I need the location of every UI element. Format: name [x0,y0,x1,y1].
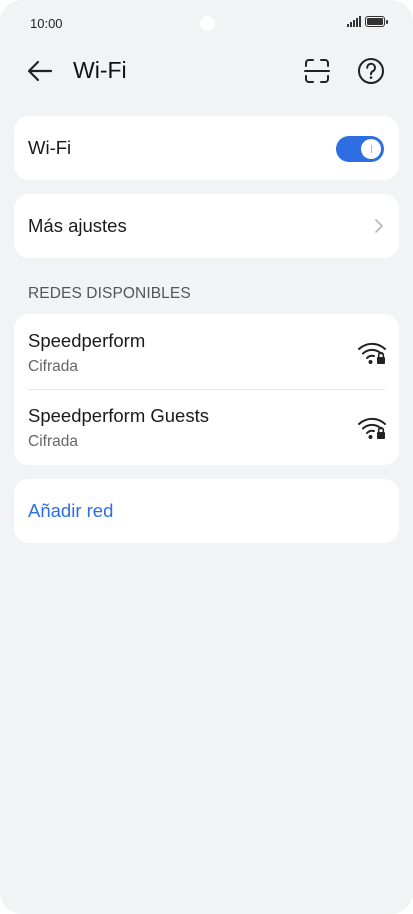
network-security: Cifrada [28,433,78,450]
phone-screen: 10:00 Wi-Fi Wi-Fi Más ajustes REDES DISP… [0,0,413,914]
toggle-knob [361,139,381,159]
wifi-toggle-card[interactable]: Wi-Fi [14,116,399,180]
available-networks-list: Speedperform Cifrada Speedperform Guests… [14,314,399,465]
network-security: Cifrada [28,358,78,375]
wifi-toggle-label: Wi-Fi [28,137,72,158]
wifi-lock-icon [358,417,386,439]
help-icon[interactable] [356,56,386,86]
add-network-card[interactable]: Añadir red [14,479,399,543]
wifi-toggle-switch[interactable] [336,136,384,162]
more-settings-label: Más ajustes [28,215,127,236]
battery-icon [365,16,388,27]
system-icons [347,16,388,27]
page-title: Wi-Fi [73,57,127,83]
network-name: Speedperform Guests [28,405,209,426]
app-bar: Wi-Fi [0,48,413,94]
status-bar: 10:00 [0,0,413,48]
network-item[interactable]: Speedperform Guests Cifrada [14,389,399,464]
more-settings-card[interactable]: Más ajustes [14,194,399,258]
chevron-right-icon [375,219,383,233]
network-name: Speedperform [28,330,146,351]
available-networks-header: REDES DISPONIBLES [28,285,191,302]
add-network-button[interactable]: Añadir red [28,500,113,522]
signal-icon [347,16,361,27]
scan-qr-icon[interactable] [302,56,332,86]
network-item[interactable]: Speedperform Cifrada [14,314,399,390]
status-time: 10:00 [30,16,63,31]
back-arrow-icon[interactable] [25,56,55,86]
wifi-lock-icon [358,342,386,364]
camera-cutout [200,16,215,31]
